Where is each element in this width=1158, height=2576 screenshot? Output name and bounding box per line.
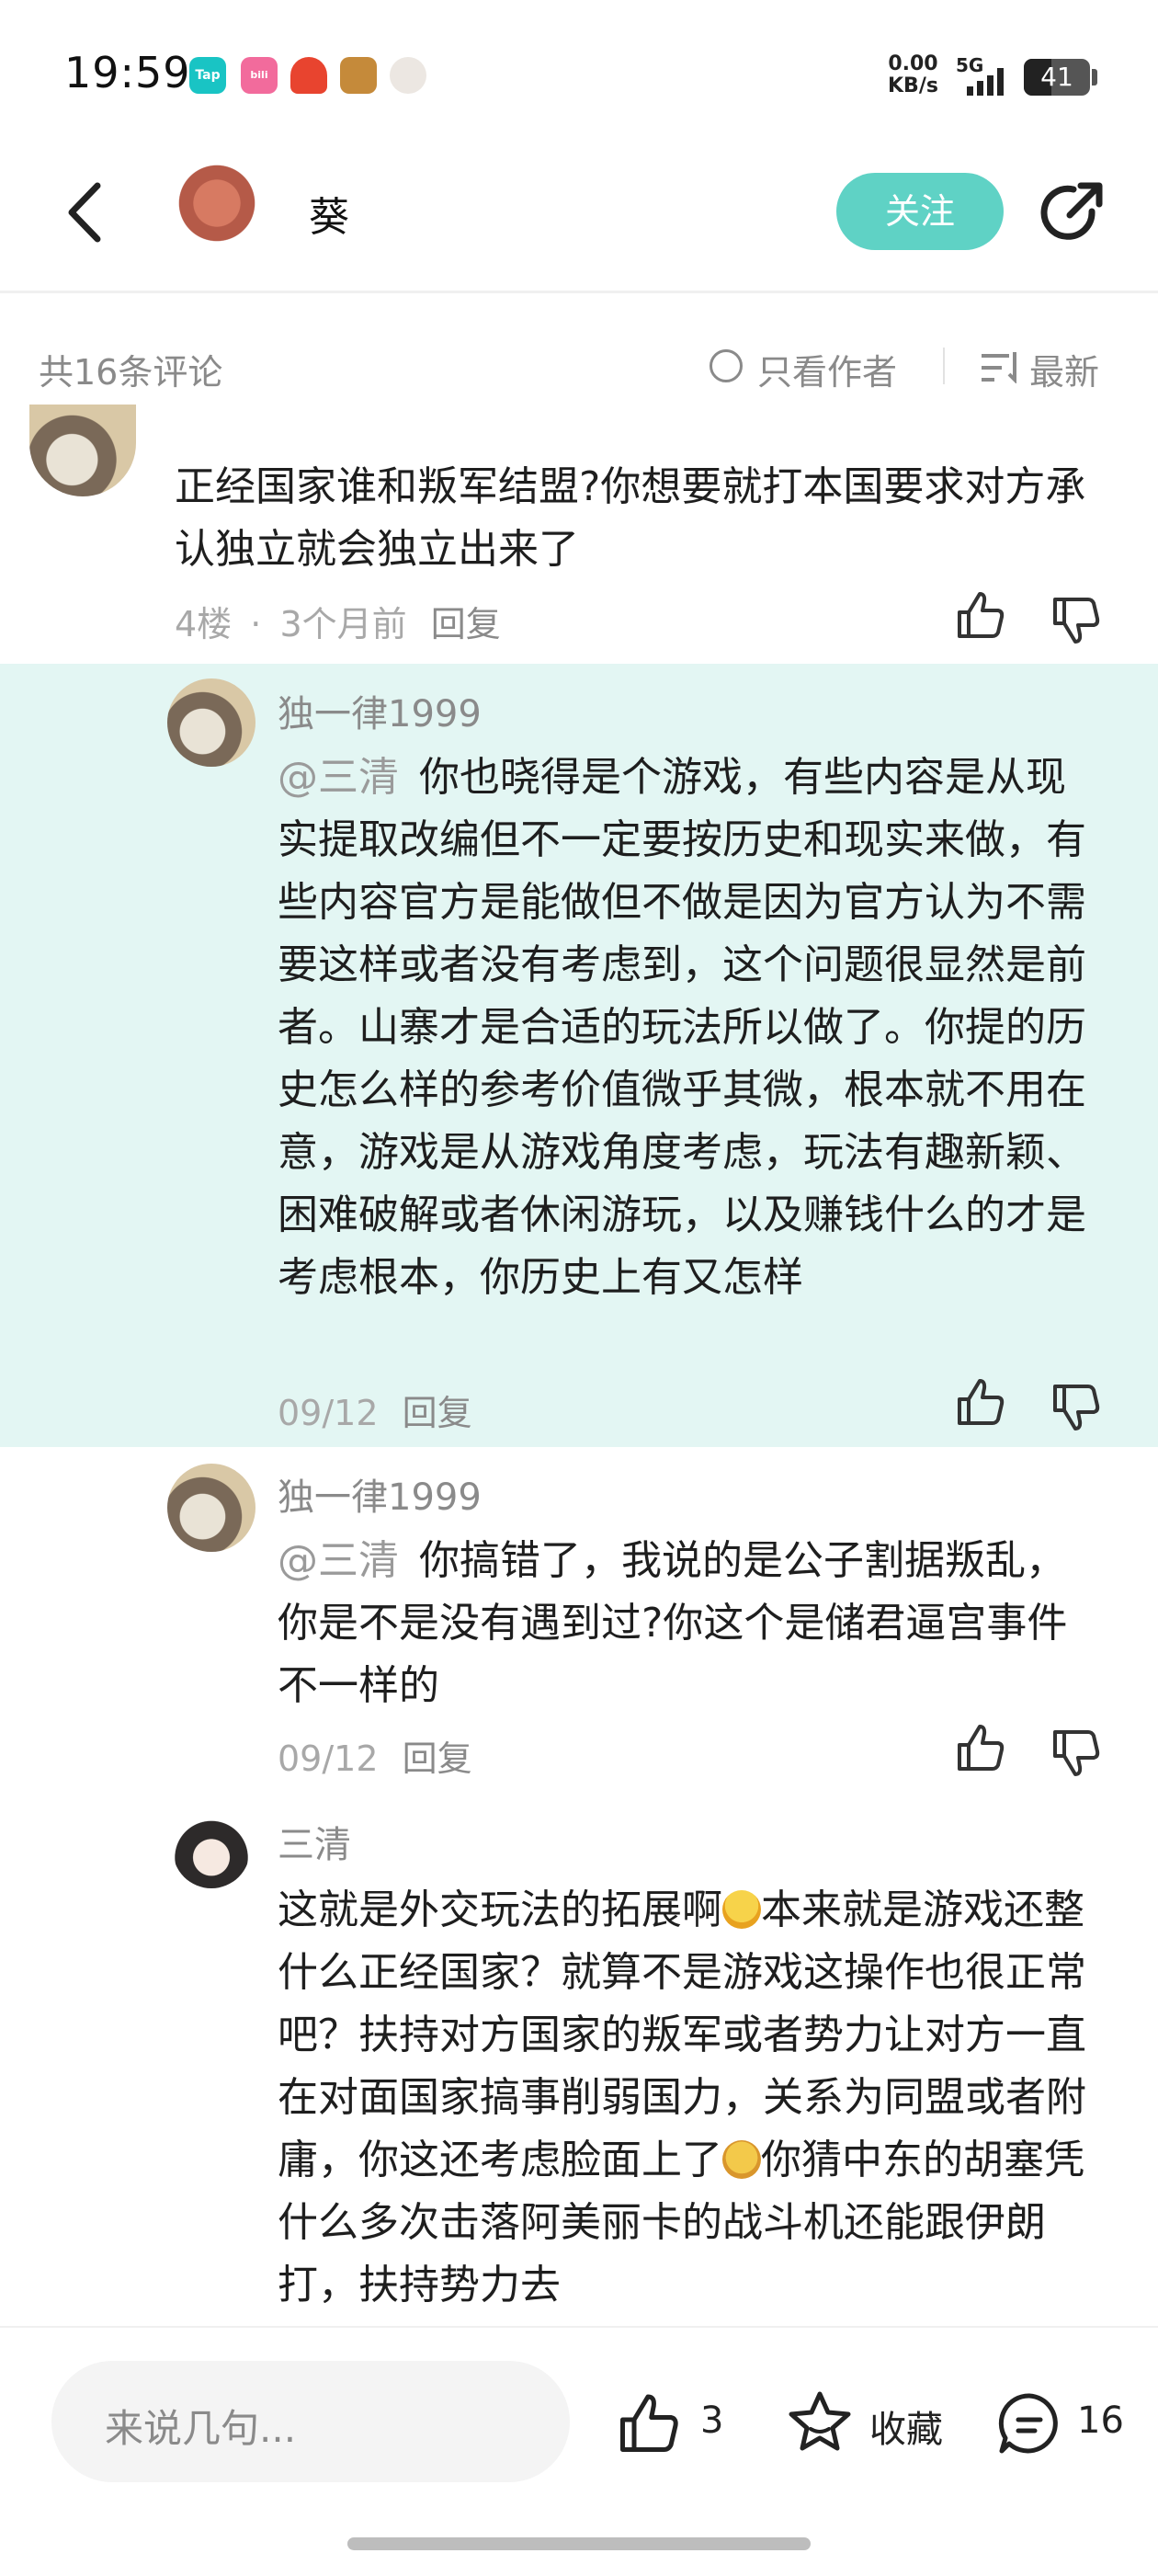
reply-button[interactable]: 回复 bbox=[403, 1393, 472, 1433]
reply-mention[interactable]: @三清 bbox=[278, 1537, 399, 1584]
battery-nub bbox=[1092, 69, 1097, 85]
follow-button[interactable]: 关注 bbox=[836, 173, 1004, 250]
sort-icon[interactable] bbox=[982, 352, 1020, 383]
battery-icon: 41 bbox=[1024, 59, 1090, 96]
reply-text: 这就是外交玩法的拓展啊 本来就是游戏还整什么正经国家？就算不是游戏这操作也很正常吧… bbox=[278, 1879, 1105, 2326]
comment-count: 共16条评论 bbox=[39, 352, 223, 393]
star-icon[interactable] bbox=[785, 2388, 855, 2455]
game-app-icon bbox=[290, 57, 327, 94]
reply-avatar[interactable] bbox=[173, 1811, 250, 1888]
avatar-app-icon bbox=[390, 57, 426, 94]
author-name[interactable]: 葵 bbox=[309, 184, 349, 243]
hero-app-icon bbox=[340, 57, 377, 94]
home-indicator[interactable] bbox=[347, 2537, 811, 2550]
reply-body-part1: 这就是外交玩法的拓展啊 bbox=[278, 1886, 722, 1933]
tap-app-icon: Tap bbox=[189, 57, 226, 94]
only-author-toggle[interactable]: 只看作者 bbox=[757, 344, 897, 394]
reply-button[interactable]: 回复 bbox=[403, 1738, 472, 1779]
status-time: 19:59 bbox=[64, 48, 191, 97]
reply-button[interactable]: 回复 bbox=[431, 604, 501, 644]
header-divider bbox=[0, 291, 1158, 293]
back-icon[interactable] bbox=[62, 180, 108, 245]
comment-input[interactable]: 来说几句... bbox=[51, 2361, 570, 2482]
reply-text: @三清 你也晓得是个游戏，有些内容是从现实提取改编但不一定要按历史和现实来做，有些… bbox=[278, 747, 1105, 1309]
network-type: 5G bbox=[956, 54, 983, 76]
reply-avatar[interactable] bbox=[167, 678, 255, 767]
net-speed-unit: KB/s bbox=[888, 74, 938, 97]
bilibili-app-icon: bili bbox=[241, 57, 278, 94]
reply-avatar[interactable] bbox=[167, 1464, 255, 1552]
like-icon[interactable] bbox=[954, 590, 1005, 642]
net-speed-value: 0.00 bbox=[888, 52, 938, 75]
comment-count-badge: 16 bbox=[1077, 2399, 1124, 2442]
sort-button[interactable]: 最新 bbox=[1029, 344, 1099, 394]
reply-mention[interactable]: @三清 bbox=[278, 754, 399, 801]
status-bar: 19:59 Tap bili 0.00 KB/s 5G 41 bbox=[0, 0, 1158, 156]
like-icon[interactable] bbox=[954, 1723, 1005, 1774]
favorite-button[interactable]: 收藏 bbox=[869, 2399, 943, 2453]
dislike-icon[interactable] bbox=[1050, 1727, 1101, 1778]
like-icon[interactable] bbox=[614, 2392, 682, 2456]
reply-text: @三清 你搞错了，我说的是公子割据叛乱，你是不是没有遇到过?你这个是储君逼宫事件不… bbox=[278, 1530, 1105, 1717]
dislike-icon[interactable] bbox=[1050, 594, 1101, 645]
crying-emoji-icon bbox=[722, 1890, 761, 1929]
comment-floor: 4楼 bbox=[175, 604, 233, 644]
reply-meta: 09/12 回复 bbox=[278, 1385, 472, 1435]
reply-time: 09/12 bbox=[278, 1393, 379, 1433]
share-icon[interactable] bbox=[1037, 178, 1107, 248]
comment-icon[interactable] bbox=[994, 2390, 1064, 2456]
like-icon[interactable] bbox=[954, 1377, 1005, 1429]
comment-input-placeholder: 来说几句... bbox=[105, 2406, 297, 2451]
comment-time: 3个月前 bbox=[279, 604, 407, 644]
commenter-avatar[interactable] bbox=[29, 405, 136, 496]
reply-username[interactable]: 独一律1999 bbox=[278, 684, 482, 737]
net-speed: 0.00 KB/s bbox=[888, 53, 938, 97]
like-count: 3 bbox=[700, 2399, 724, 2442]
battery-level: 41 bbox=[1040, 62, 1073, 92]
reply-body: 你也晓得是个游戏，有些内容是从现实提取改编但不一定要按历史和现实来做，有些内容官… bbox=[278, 754, 1086, 1301]
comment-text: 正经国家谁和叛军结盟?你想要就打本国要求对方承认独立就会独立出来了 bbox=[175, 463, 1086, 573]
angry-emoji-icon bbox=[722, 2140, 761, 2179]
reply-username[interactable]: 独一律1999 bbox=[278, 1467, 482, 1521]
author-avatar[interactable] bbox=[171, 162, 263, 254]
comment-meta: 4楼 · 3个月前 回复 bbox=[175, 604, 501, 644]
dislike-icon[interactable] bbox=[1050, 1381, 1101, 1432]
signal-icon: 5G bbox=[956, 54, 1004, 96]
only-author-radio-icon[interactable] bbox=[710, 349, 743, 382]
reply-username[interactable]: 三清 bbox=[278, 1815, 351, 1868]
filter-divider bbox=[943, 348, 945, 384]
reply-meta: 09/12 回复 bbox=[278, 1730, 472, 1781]
reply-time: 09/12 bbox=[278, 1738, 379, 1779]
